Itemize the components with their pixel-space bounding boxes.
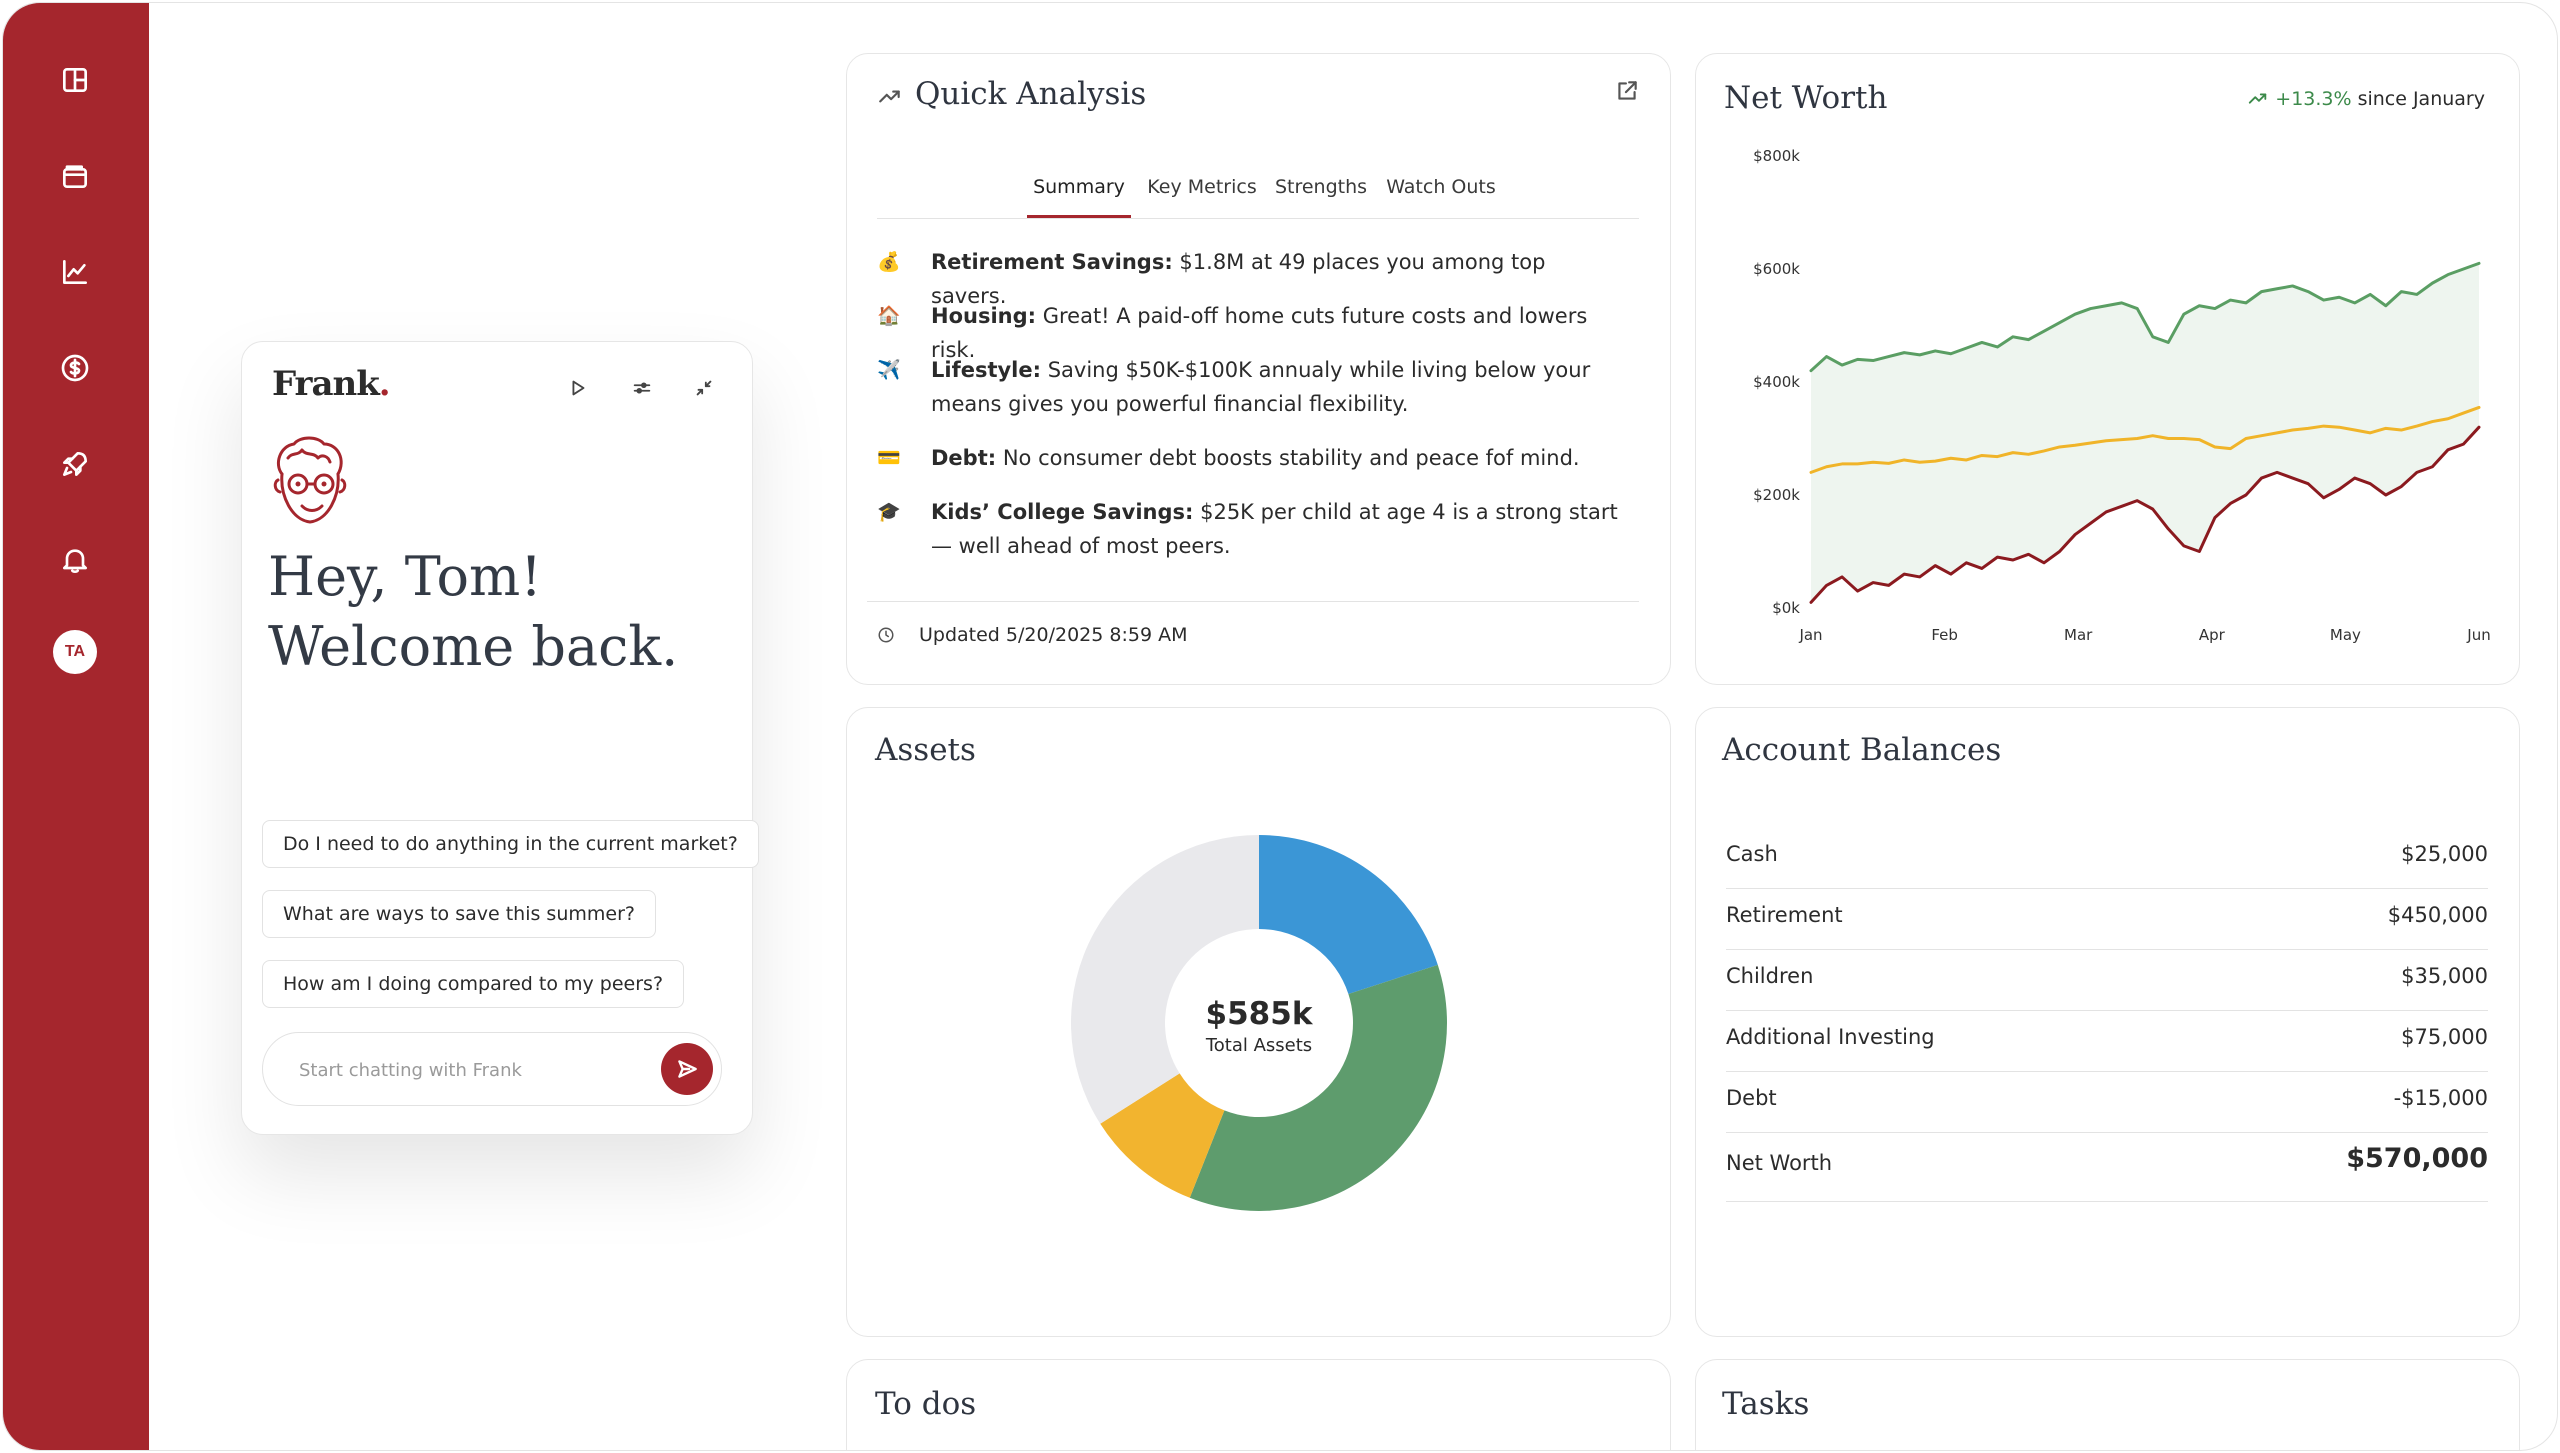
y-tick-label: $200k	[1753, 486, 1800, 504]
account-balances-title: Account Balances	[1722, 732, 2002, 768]
tab-watch-outs[interactable]: Watch Outs	[1383, 164, 1499, 218]
assets-card: Assets $585k Total Assets	[846, 707, 1671, 1337]
analysis-tabs: Summary Key Metrics Strengths Watch Outs	[877, 164, 1639, 219]
layout-icon[interactable]	[53, 58, 97, 102]
range-area	[1811, 263, 2479, 603]
frank-mascot-icon	[273, 436, 347, 524]
net-worth-total-row: Net Worth $570,000	[1726, 1133, 2488, 1202]
balance-label: Cash	[1726, 842, 1778, 866]
balance-value: $75,000	[2401, 1025, 2488, 1049]
y-tick-label: $600k	[1753, 260, 1800, 278]
total-assets-value: $585k	[1205, 996, 1313, 1032]
tab-key-metrics[interactable]: Key Metrics	[1147, 164, 1257, 218]
balance-label: Debt	[1726, 1086, 1777, 1110]
net-worth-chart: $0k $200k $400k $600k $800k Jan Feb Mar Apr May Ju…	[1753, 147, 2491, 644]
send-icon	[678, 1060, 697, 1078]
balance-row[interactable]: Additional Investing $75,000	[1726, 1011, 2488, 1072]
tab-strengths[interactable]: Strengths	[1273, 164, 1369, 218]
balance-value: $35,000	[2401, 964, 2488, 988]
collapse-icon[interactable]	[688, 372, 720, 404]
x-tick-label: Jun	[2466, 626, 2490, 644]
quick-analysis-card: Quick Analysis Summary Key Metrics Stren…	[846, 53, 1671, 685]
avatar[interactable]: TA	[53, 630, 97, 674]
suggestion-chip[interactable]: How am I doing compared to my peers?	[262, 960, 685, 1008]
todos-card: To dos	[846, 1359, 1671, 1450]
donut-slice-0[interactable]	[1259, 835, 1438, 994]
balance-row[interactable]: Cash $25,000	[1726, 828, 2488, 889]
x-tick-label: Mar	[2064, 626, 2093, 644]
bell-icon[interactable]	[53, 538, 97, 582]
suggestion-chip[interactable]: What are ways to save this summer?	[262, 890, 656, 938]
greeting-line-1: Hey, Tom!	[268, 545, 542, 608]
greeting-line-2: Welcome back.	[268, 615, 679, 678]
balance-label: Children	[1726, 964, 1814, 988]
settings-icon[interactable]	[626, 372, 658, 404]
dollar-icon[interactable]	[53, 346, 97, 390]
y-tick-label: $400k	[1753, 373, 1800, 391]
balance-label: Net Worth	[1726, 1151, 1833, 1175]
play-icon[interactable]	[562, 372, 594, 404]
chart-icon[interactable]	[53, 250, 97, 294]
net-worth-total-value: $570,000	[2346, 1143, 2488, 1174]
x-tick-label: Jan	[1798, 626, 1822, 644]
suggestion-chip[interactable]: Do I need to do anything in the current …	[262, 820, 759, 868]
house-icon: 🏠	[877, 305, 901, 327]
tab-summary[interactable]: Summary	[1027, 164, 1131, 218]
balance-row[interactable]: Debt -$15,000	[1726, 1072, 2488, 1133]
chat-widget: Frank. Hey, Tom! Welcome back. Do I need…	[241, 341, 759, 1135]
balance-row[interactable]: Retirement $450,000	[1726, 889, 2488, 950]
balance-value: $450,000	[2387, 903, 2488, 927]
credit-card-icon: 💳	[877, 447, 901, 469]
x-tick-label: Apr	[2199, 626, 2226, 644]
x-tick-label: Feb	[1931, 626, 1958, 644]
divider	[867, 601, 1639, 602]
chat-input[interactable]	[297, 1053, 641, 1087]
chat-input-box	[262, 1032, 722, 1106]
frank-logo: Frank.	[272, 364, 391, 404]
greeting: Hey, Tom! Welcome back.	[268, 542, 728, 682]
balance-value: -$15,000	[2393, 1086, 2488, 1110]
wallet-icon[interactable]	[53, 154, 97, 198]
y-tick-label: $800k	[1753, 147, 1800, 165]
send-button[interactable]	[661, 1043, 713, 1095]
net-worth-card: Net Worth +13.3% since January $0k $200k $…	[1695, 53, 2520, 685]
total-assets-label: Total Assets	[1205, 1035, 1313, 1056]
tasks-title: Tasks	[1722, 1386, 1810, 1422]
graduation-cap-icon: 🎓	[877, 501, 901, 523]
balance-label: Additional Investing	[1726, 1025, 1935, 1049]
rocket-icon[interactable]	[53, 442, 97, 486]
airplane-icon: ✈️	[877, 359, 901, 381]
account-balances-card: Account Balances Cash $25,000 Retirement…	[1695, 707, 2520, 1337]
todos-title: To dos	[875, 1386, 977, 1422]
updated-timestamp: Updated 5/20/2025 8:59 AM	[877, 624, 1187, 646]
quick-analysis-title: Quick Analysis	[915, 76, 1147, 112]
trend-icon	[877, 84, 903, 110]
external-link-icon[interactable]	[1614, 78, 1640, 104]
donut-slice-3[interactable]	[1071, 835, 1259, 1124]
balance-label: Retirement	[1726, 903, 1843, 927]
y-tick-label: $0k	[1772, 599, 1800, 617]
clock-icon	[877, 626, 895, 644]
x-tick-label: May	[2330, 626, 2361, 644]
balance-value: $25,000	[2401, 842, 2488, 866]
sidebar: TA	[3, 3, 149, 1450]
tasks-card: Tasks	[1695, 1359, 2520, 1450]
app-window: TA Frank. Hey, Tom! Welcome back. Do I n…	[2, 2, 2558, 1451]
money-bag-icon: 💰	[877, 251, 901, 273]
balance-row[interactable]: Children $35,000	[1726, 950, 2488, 1011]
